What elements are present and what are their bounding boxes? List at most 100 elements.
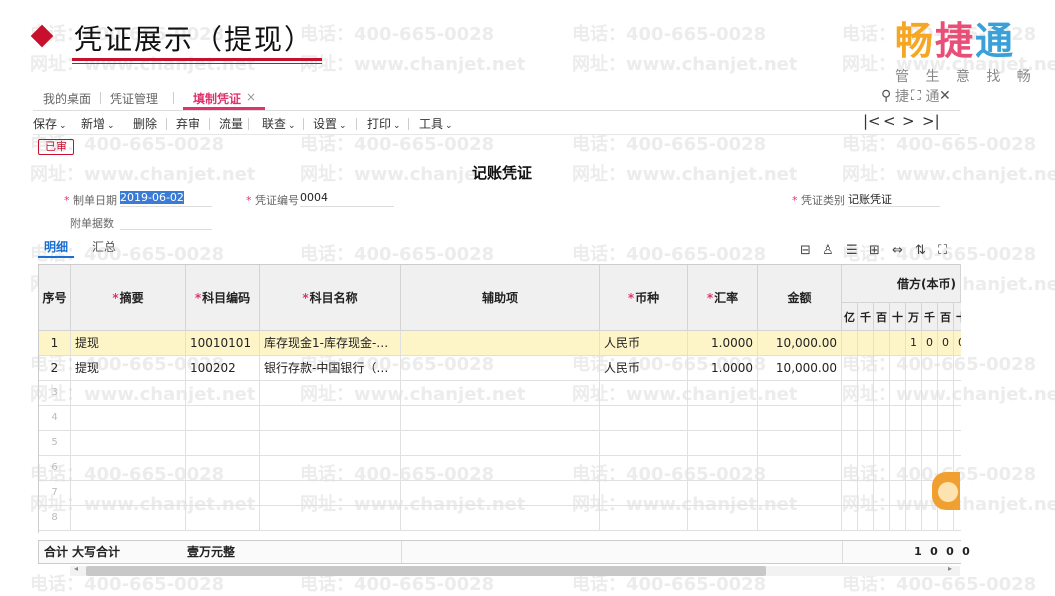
- toolbar-button-6[interactable]: 联查 ⌄: [262, 115, 296, 132]
- grid-cell-summary[interactable]: [71, 406, 186, 431]
- grid-cell-rate[interactable]: [688, 456, 758, 481]
- grid-cell-auxiliary[interactable]: [401, 506, 600, 531]
- tab-my-desktop[interactable]: 我的桌面: [43, 90, 91, 107]
- grid-cell-account-code[interactable]: 100202: [186, 356, 260, 381]
- toolbar-button-7[interactable]: 设置 ⌄: [313, 115, 347, 132]
- debit-digit-cell[interactable]: [858, 381, 874, 406]
- debit-digit-cell[interactable]: [922, 506, 938, 531]
- toolbar-button-5[interactable]: 流量: [219, 115, 243, 132]
- grid-cell-summary[interactable]: [71, 456, 186, 481]
- voucher-category-field[interactable]: 记账凭证: [848, 191, 940, 207]
- grid-cell-account-name[interactable]: [260, 506, 401, 531]
- debit-digit-cell[interactable]: [874, 331, 890, 356]
- debit-digit-cell[interactable]: [842, 406, 858, 431]
- debit-digit-cell[interactable]: [890, 381, 906, 406]
- debit-digit-cell[interactable]: [906, 406, 922, 431]
- debit-digit-cell[interactable]: [842, 381, 858, 406]
- debit-digit-cell[interactable]: [874, 506, 890, 531]
- grid-cell-rate[interactable]: [688, 406, 758, 431]
- grid-cell-amount[interactable]: [758, 431, 842, 456]
- debit-digit-cell[interactable]: [922, 356, 938, 381]
- grid-cell-currency[interactable]: [600, 481, 688, 506]
- search-icon[interactable]: ⚲: [881, 88, 891, 104]
- debit-digit-cell[interactable]: [890, 506, 906, 531]
- grid-cell-account-name[interactable]: [260, 431, 401, 456]
- grid-cell-summary[interactable]: 提现: [71, 356, 186, 381]
- nav-button-4[interactable]: >|: [922, 112, 940, 130]
- debit-digit-cell[interactable]: [938, 381, 954, 406]
- debit-digit-cell[interactable]: [922, 406, 938, 431]
- grid-cell-account-name[interactable]: [260, 381, 401, 406]
- grid-cell-rate[interactable]: 1.0000: [688, 356, 758, 381]
- debit-digit-cell[interactable]: [858, 506, 874, 531]
- debit-digit-cell[interactable]: [858, 431, 874, 456]
- grid-cell-rate[interactable]: 1.0000: [688, 331, 758, 356]
- grid-cell-amount[interactable]: [758, 456, 842, 481]
- grid-cell-rate[interactable]: [688, 431, 758, 456]
- debit-digit-cell[interactable]: [906, 381, 922, 406]
- debit-digit-cell[interactable]: [906, 431, 922, 456]
- subtab-summary[interactable]: 汇总: [92, 238, 116, 255]
- toolbar-button-2[interactable]: 新增 ⌄: [81, 115, 115, 132]
- debit-digit-cell[interactable]: [954, 406, 961, 431]
- debit-digit-cell[interactable]: [890, 431, 906, 456]
- debit-digit-cell[interactable]: [858, 406, 874, 431]
- debit-digit-cell[interactable]: [874, 431, 890, 456]
- split-icon[interactable]: ⊞: [869, 243, 880, 258]
- debit-digit-cell[interactable]: [922, 431, 938, 456]
- debit-digit-cell[interactable]: [890, 356, 906, 381]
- grid-cell-account-name[interactable]: [260, 481, 401, 506]
- grid-cell-amount[interactable]: [758, 506, 842, 531]
- close-icon[interactable]: ✕: [939, 88, 951, 104]
- debit-digit-cell[interactable]: [954, 431, 961, 456]
- debit-digit-cell[interactable]: [922, 381, 938, 406]
- debit-digit-cell[interactable]: [842, 431, 858, 456]
- grid-cell-summary[interactable]: [71, 381, 186, 406]
- list-icon[interactable]: ☰: [846, 243, 858, 258]
- tab-voucher-management[interactable]: 凭证管理: [110, 90, 158, 107]
- grid-cell-currency[interactable]: [600, 456, 688, 481]
- grid-cell-account-name[interactable]: 库存现金1-库存现金-…: [260, 331, 401, 356]
- grid-cell-summary[interactable]: [71, 506, 186, 531]
- debit-digit-cell[interactable]: [906, 356, 922, 381]
- toolbar-button-9[interactable]: 工具 ⌄: [419, 115, 453, 132]
- debit-digit-cell[interactable]: [874, 356, 890, 381]
- grid-cell-amount[interactable]: [758, 481, 842, 506]
- insert-icon[interactable]: ⊟: [800, 243, 811, 258]
- grid-cell-currency[interactable]: [600, 431, 688, 456]
- grid-cell-amount[interactable]: 10,000.00: [758, 331, 842, 356]
- grid-cell-auxiliary[interactable]: [401, 406, 600, 431]
- debit-digit-cell[interactable]: [842, 456, 858, 481]
- attachments-field[interactable]: [120, 214, 212, 230]
- grid-cell-account-name[interactable]: 银行存款-中国银行（…: [260, 356, 401, 381]
- debit-digit-cell[interactable]: [906, 481, 922, 506]
- debit-digit-cell[interactable]: 0: [954, 331, 961, 356]
- debit-digit-cell[interactable]: 0: [922, 331, 938, 356]
- debit-digit-cell[interactable]: [890, 456, 906, 481]
- grid-cell-auxiliary[interactable]: [401, 356, 600, 381]
- debit-digit-cell[interactable]: [954, 381, 961, 406]
- debit-digit-cell[interactable]: [906, 456, 922, 481]
- grid-cell-summary[interactable]: 提现: [71, 331, 186, 356]
- fullscreen-icon[interactable]: ⛶: [911, 88, 921, 104]
- grid-cell-summary[interactable]: [71, 481, 186, 506]
- debit-digit-cell[interactable]: [874, 381, 890, 406]
- grid-cell-currency[interactable]: 人民币: [600, 331, 688, 356]
- debit-digit-cell[interactable]: [842, 331, 858, 356]
- grid-cell-rate[interactable]: [688, 381, 758, 406]
- grid-cell-account-code[interactable]: [186, 431, 260, 456]
- date-field[interactable]: 2019-06-02: [120, 191, 212, 207]
- grid-cell-currency[interactable]: 人民币: [600, 356, 688, 381]
- grid-cell-rate[interactable]: [688, 506, 758, 531]
- grid-cell-account-code[interactable]: 10010101: [186, 331, 260, 356]
- nav-button-3[interactable]: >: [902, 112, 915, 130]
- grid-cell-account-code[interactable]: [186, 506, 260, 531]
- debit-digit-cell[interactable]: [890, 406, 906, 431]
- debit-digit-cell[interactable]: [890, 481, 906, 506]
- debit-digit-cell[interactable]: [938, 406, 954, 431]
- grid-cell-summary[interactable]: [71, 431, 186, 456]
- grid-cell-auxiliary[interactable]: [401, 431, 600, 456]
- tab-fill-voucher[interactable]: 填制凭证: [193, 90, 241, 107]
- grid-cell-currency[interactable]: [600, 506, 688, 531]
- adjust-icon[interactable]: ⇅: [915, 243, 926, 258]
